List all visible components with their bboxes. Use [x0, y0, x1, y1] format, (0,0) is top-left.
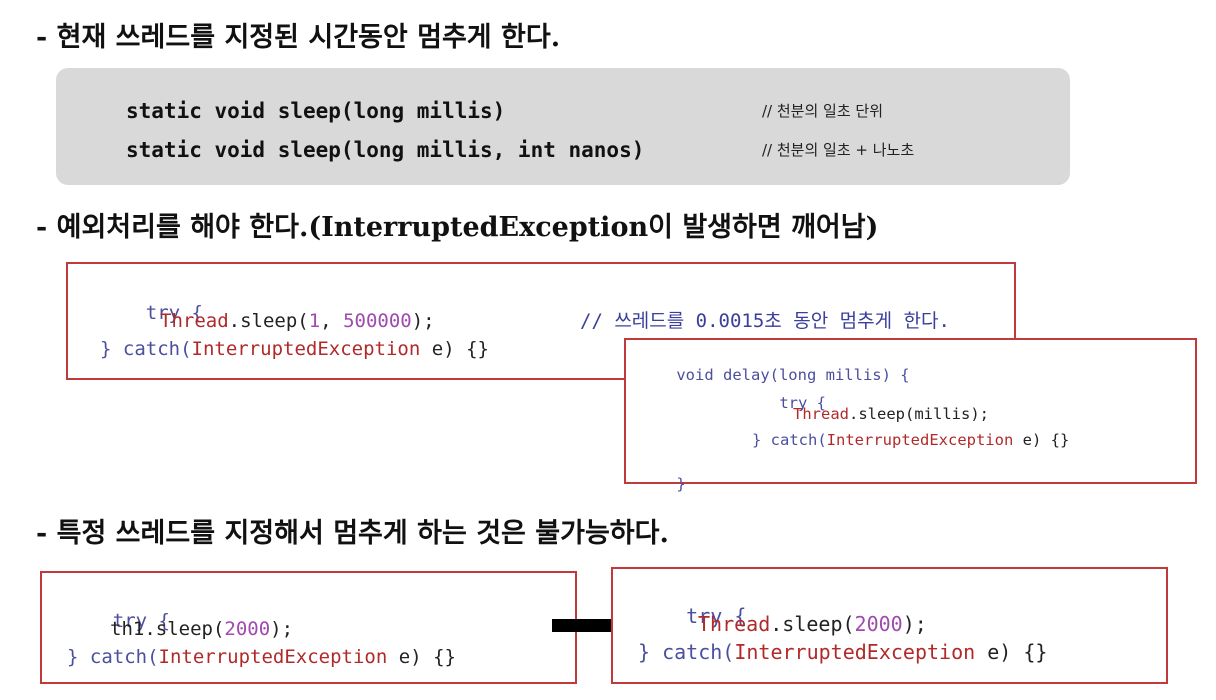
code-line-catch: } catch(InterruptedException e) {}: [752, 431, 1070, 449]
exception-class: InterruptedException: [826, 431, 1014, 449]
code-line-sleep-call: Thread.sleep(millis);: [793, 405, 989, 423]
code-example-delay-method: void delay(long millis) { try { Thread.s…: [624, 338, 1197, 491]
signature-comment-nanos: // 천분의 일초 + 나노초: [762, 141, 915, 159]
statement-end: );: [411, 310, 435, 332]
catch-rest: e) {}: [420, 338, 489, 360]
keyword-catch: catch(: [122, 338, 192, 360]
exception-class: InterruptedException: [191, 338, 421, 360]
number-literal: 500000: [343, 310, 412, 332]
keyword-catch: catch(: [662, 640, 735, 664]
closing-brace: }: [67, 646, 90, 668]
keyword-catch: catch(: [89, 646, 159, 668]
code-comment: // 쓰레드를 0.0015초 동안 멈추게 한다.: [580, 310, 950, 332]
closing-brace: }: [638, 640, 663, 664]
heading-sleep-description: - 현재 쓰레드를 지정된 시간동안 멈추게 한다.: [36, 22, 561, 53]
keyword-catch: catch(: [770, 431, 827, 449]
signature-comment-millis: // 천분의 일초 단위: [762, 102, 884, 120]
code-line-sleep-call: Thread.sleep(1, 500000);: [160, 312, 435, 331]
closing-brace: }: [676, 474, 686, 493]
code-line-sleep-call: Thread.sleep(2000);: [698, 614, 927, 634]
signature-sleep-millis: static void sleep(long millis): [126, 99, 506, 123]
number-literal: 2000: [224, 618, 271, 640]
catch-rest: e) {}: [1013, 431, 1070, 449]
code-line-catch: } catch(InterruptedException e) {}: [638, 642, 1047, 662]
heading-exception-handling: - 예외처리를 해야 한다.(InterruptedException이 발생하…: [36, 212, 879, 243]
separator: ,: [320, 310, 344, 332]
class-name: Thread: [698, 612, 771, 636]
code-line-end-brace: }: [639, 461, 686, 508]
closing-brace: }: [752, 431, 771, 449]
catch-rest: e) {}: [975, 640, 1048, 664]
closing-brace: }: [100, 338, 123, 360]
class-name: Thread: [793, 405, 849, 423]
number-literal: 2000: [854, 612, 903, 636]
code-example-correct: try { Thread.sleep(2000); } catch(Interr…: [611, 567, 1168, 684]
heading-specific-thread-impossible: - 특정 쓰레드를 지정해서 멈추게 하는 것은 불가능하다.: [36, 518, 669, 549]
code-line-sleep-call: th1.sleep(2000);: [110, 620, 293, 639]
code-line-catch: } catch(InterruptedException e) {}: [67, 648, 456, 667]
method-call: .sleep(millis);: [849, 405, 989, 423]
signature-sleep-millis-nanos: static void sleep(long millis, int nanos…: [126, 138, 645, 162]
statement-end: );: [270, 618, 294, 640]
code-example-wrong: try { th1.sleep(2000); } catch(Interrupt…: [40, 571, 577, 684]
statement-end: );: [902, 612, 927, 636]
signature-panel: static void sleep(long millis) // 천분의 일초…: [56, 68, 1070, 185]
number-literal: 1: [308, 310, 321, 332]
catch-rest: e) {}: [387, 646, 456, 668]
class-name: Thread: [160, 310, 229, 332]
code-line-catch: } catch(InterruptedException e) {}: [100, 340, 489, 359]
method-call: th1.sleep(: [110, 618, 225, 640]
method-call: .sleep(: [770, 612, 855, 636]
exception-class: InterruptedException: [158, 646, 388, 668]
exception-class: InterruptedException: [734, 640, 976, 664]
method-call: .sleep(: [228, 310, 309, 332]
